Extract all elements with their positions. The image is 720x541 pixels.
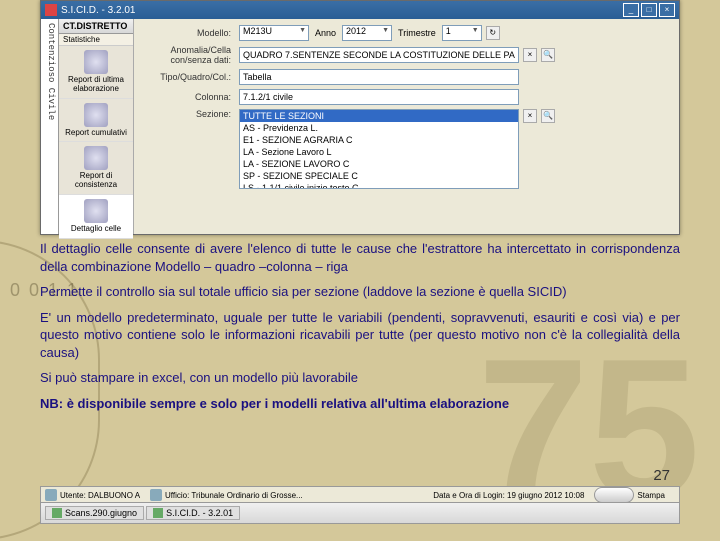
anomalia-input[interactable] [239,47,519,63]
list-item[interactable]: AS - Previdenza L. [240,122,518,134]
stampa-button[interactable] [594,487,634,503]
list-item[interactable]: LS - 1.1/1 civile inizio testo C [240,182,518,189]
content-text: Il dettaglio celle consente di avere l'e… [40,240,680,420]
report-icon [84,146,108,170]
search-button[interactable]: 🔍 [541,48,555,62]
status-ufficio: Ufficio: Tribunale Ordinario di Grosse..… [165,491,303,500]
maximize-button[interactable]: □ [641,3,657,17]
sidebar-item-label: Report di ultima elaborazione [61,76,131,94]
paragraph-4: Si può stampare in excel, con un modello… [40,369,680,387]
sidebar-item-label: Report di consistenza [61,172,131,190]
detail-icon [84,199,108,223]
sidebar-item-label: Dettaglio celle [61,225,131,234]
minimize-button[interactable]: _ [623,3,639,17]
list-item[interactable]: SP - SEZIONE SPECIALE C [240,170,518,182]
list-item[interactable]: E1 - SEZIONE AGRARIA C [240,134,518,146]
sidebar-item-dettaglio-celle[interactable]: Dettaglio celle [59,195,133,239]
page-number: 27 [653,467,670,484]
anno-label: Anno [315,28,336,38]
sezione-label: Sezione: [144,109,239,119]
office-icon [150,489,162,501]
app-window: S.I.CI.D. - 3.2.01 _ □ × Contenzioso Civ… [40,0,680,235]
list-item[interactable]: LA - Sezione Lavoro L [240,146,518,158]
status-data: Data e Ora di Login: 19 giugno 2012 10:0… [433,491,584,500]
sidebar-subheader: Statistiche [59,34,133,46]
paragraph-2: Permette il controllo sia sul totale uff… [40,283,680,301]
clear-button[interactable]: × [523,109,537,123]
file-icon [52,508,62,518]
clear-button[interactable]: × [523,48,537,62]
sezione-listbox[interactable]: TUTTE LE SEZIONI AS - Previdenza L. E1 -… [239,109,519,189]
taskbar-app[interactable]: Scans.290.giugno [45,506,144,520]
report-icon [84,50,108,74]
anomalia-label: Anomalia/Cella con/senza dati: [144,45,239,65]
sidebar-header: CT.DISTRETTO [59,19,133,34]
trimestre-select[interactable]: 1 [442,25,482,41]
os-taskbar: Scans.290.giugno S.I.CI.D. - 3.2.01 [40,502,680,524]
trimestre-label: Trimestre [398,28,436,38]
paragraph-nb: NB: è disponibile sempre e solo per i mo… [40,395,680,413]
colonna-input[interactable] [239,89,519,105]
user-icon [45,489,57,501]
app-icon [45,4,57,16]
list-item[interactable]: LA - SEZIONE LAVORO C [240,158,518,170]
colonna-label: Colonna: [144,92,239,102]
sidebar-item-label: Report cumulativi [61,129,131,138]
paragraph-1: Il dettaglio celle consente di avere l'e… [40,240,680,275]
sidebar-item-report-consistenza[interactable]: Report di consistenza [59,142,133,195]
status-user: Utente: DALBUONO A [60,491,140,500]
sidebar-item-report-cumulativi[interactable]: Report cumulativi [59,99,133,143]
tipo-label: Tipo/Quadro/Col.: [144,72,239,82]
sidebar: CT.DISTRETTO Statistiche Report di ultim… [59,19,134,234]
vertical-tab[interactable]: Contenzioso Civile [41,19,59,234]
tipo-input[interactable] [239,69,519,85]
paragraph-3: E' un modello predeterminato, uguale per… [40,309,680,362]
modello-select[interactable]: M213U [239,25,309,41]
anno-select[interactable]: 2012 [342,25,392,41]
taskbar-app[interactable]: S.I.CI.D. - 3.2.01 [146,506,240,520]
refresh-button[interactable]: ↻ [486,26,500,40]
app-icon [153,508,163,518]
sidebar-item-report-ultima[interactable]: Report di ultima elaborazione [59,46,133,99]
form-area: Modello: M213U Anno 2012 Trimestre 1 ↻ A… [134,19,679,234]
close-button[interactable]: × [659,3,675,17]
stampa-label: Stampa [637,491,665,500]
list-item[interactable]: TUTTE LE SEZIONI [240,110,518,122]
app-title: S.I.CI.D. - 3.2.01 [61,5,621,16]
search-button[interactable]: 🔍 [541,109,555,123]
report-icon [84,103,108,127]
modello-label: Modello: [144,28,239,38]
titlebar: S.I.CI.D. - 3.2.01 _ □ × [41,1,679,19]
